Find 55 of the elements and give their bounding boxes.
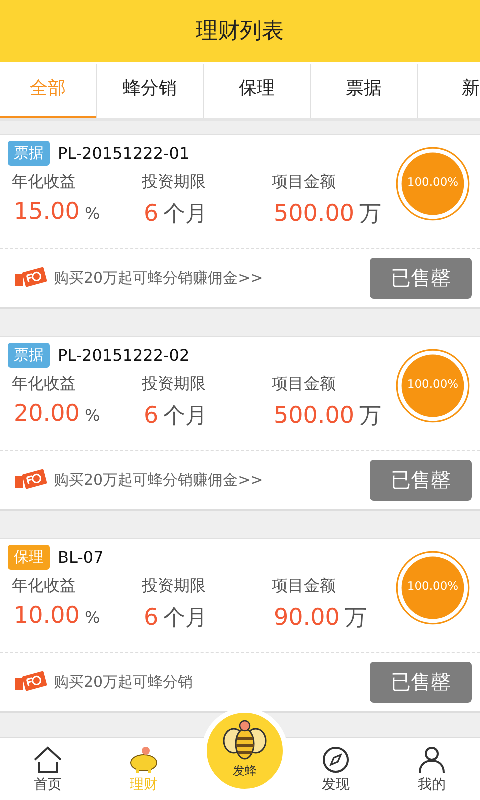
- nav-label: 发蜂: [233, 763, 257, 780]
- person-icon: [418, 746, 446, 774]
- progress-circle: 100.00%: [394, 549, 472, 627]
- category-tab[interactable]: 保理: [204, 64, 311, 118]
- ticket-icon: [14, 468, 48, 492]
- progress-circle: 100.00%: [394, 145, 472, 223]
- annual-rate: 15.00 %: [13, 199, 102, 227]
- promo-link[interactable]: 购买20万起可蜂分销赚佣金>>: [54, 268, 370, 288]
- annual-rate: 10.00 %: [13, 603, 102, 631]
- nav-label: 理财: [130, 776, 158, 794]
- compass-icon: [322, 746, 350, 774]
- sold-out-button[interactable]: 已售罄: [370, 662, 472, 702]
- promo-link[interactable]: 购买20万起可蜂分销赚佣金>>: [54, 470, 370, 490]
- product-card[interactable]: 票据 PL-20151222-02 年化收益 投资期限 项目金额 20.00 % 6 个月 500.00 万 100.00% 购买20万起可蜂分销赚佣金>> 已售罄: [0, 336, 480, 511]
- product-code: PL-20151222-01: [58, 144, 190, 163]
- field-label: 年化收益: [11, 172, 77, 193]
- category-tab[interactable]: 蜂分销: [97, 64, 204, 118]
- product-card[interactable]: 票据 PL-20151222-01 年化收益 投资期限 项目金额 15.00 % 6 个月 500.00 万 100.00% 购买20万起可蜂分销赚佣金>> 已售罄: [0, 134, 480, 309]
- annual-rate: 20.00 %: [13, 401, 102, 429]
- sold-out-button[interactable]: 已售罄: [370, 258, 472, 298]
- field-label: 项目金额: [271, 172, 337, 193]
- field-label: 项目金额: [271, 576, 337, 597]
- nav-label: 发现: [322, 776, 350, 794]
- ticket-icon: [14, 670, 48, 694]
- amount-value: 90.00 万: [273, 604, 368, 633]
- category-tab[interactable]: 新: [418, 64, 480, 118]
- category-tag: 票据: [8, 141, 50, 166]
- product-code: BL-07: [58, 548, 104, 567]
- amount-value: 500.00 万: [273, 402, 383, 431]
- field-label: 项目金额: [271, 374, 337, 395]
- nav-item[interactable]: 我的: [384, 738, 480, 800]
- field-label: 投资期限: [141, 374, 207, 395]
- product-code: PL-20151222-02: [58, 346, 190, 365]
- home-icon: [33, 746, 63, 774]
- sold-out-button[interactable]: 已售罄: [370, 460, 472, 500]
- progress-circle: 100.00%: [394, 347, 472, 425]
- term-value: 6 个月: [143, 604, 209, 633]
- field-label: 年化收益: [11, 576, 77, 597]
- nav-item[interactable]: 首页: [0, 738, 96, 800]
- term-value: 6 个月: [143, 402, 209, 431]
- page-title: 理财列表: [196, 18, 284, 46]
- promo-link[interactable]: 购买20万起可蜂分销: [54, 672, 370, 692]
- category-tag: 保理: [8, 545, 50, 570]
- category-tag: 票据: [8, 343, 50, 368]
- category-tab[interactable]: 票据: [311, 64, 418, 118]
- ticket-icon: [14, 266, 48, 290]
- nav-item[interactable]: 发现: [288, 738, 384, 800]
- nav-label: 我的: [418, 776, 446, 794]
- amount-value: 500.00 万: [273, 200, 383, 229]
- field-label: 年化收益: [11, 374, 77, 395]
- term-value: 6 个月: [143, 200, 209, 229]
- nav-label: 首页: [34, 776, 62, 794]
- product-card[interactable]: 保理 BL-07 年化收益 投资期限 项目金额 10.00 % 6 个月 90.00 万 100.00% 购买20万起可蜂分销 已售罄: [0, 538, 480, 713]
- field-label: 投资期限: [141, 172, 207, 193]
- field-label: 投资期限: [141, 576, 207, 597]
